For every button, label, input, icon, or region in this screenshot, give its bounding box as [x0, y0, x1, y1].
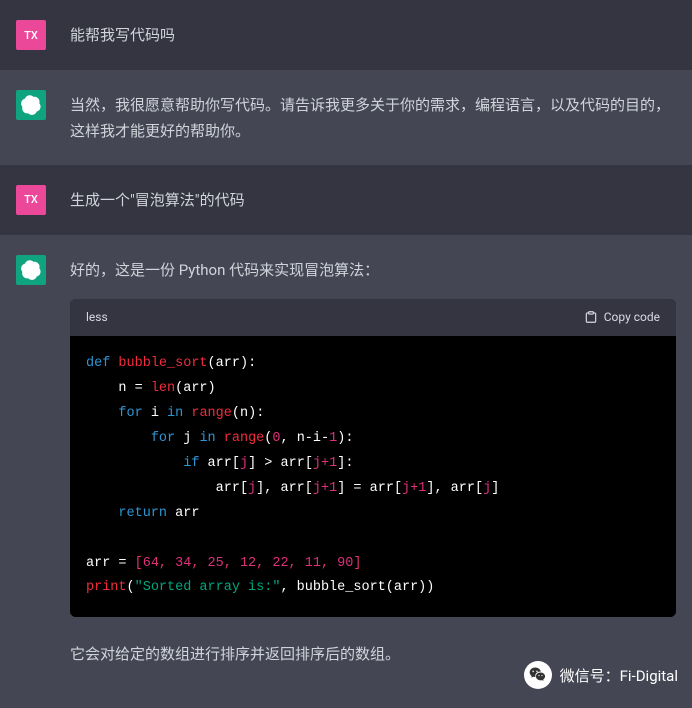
assistant-intro-text: 好的，这是一份 Python 代码来实现冒泡算法：	[70, 257, 676, 283]
watermark-label: 微信号：Fi-Digital	[560, 665, 678, 686]
user-message-1: TX 能帮我写代码吗	[0, 0, 692, 70]
user-avatar: TX	[16, 20, 46, 50]
user-avatar: TX	[16, 185, 46, 215]
message-text: 当然，我很愿意帮助你写代码。请告诉我更多关于你的需求，编程语言，以及代码的目的，…	[70, 90, 676, 145]
message-content: 好的，这是一份 Python 代码来实现冒泡算法： less Copy code…	[70, 255, 676, 668]
assistant-avatar	[16, 255, 46, 285]
user-message-2: TX 生成一个"冒泡算法"的代码	[0, 165, 692, 235]
copy-code-button[interactable]: Copy code	[584, 307, 660, 328]
clipboard-icon	[584, 310, 598, 324]
watermark: 微信号：Fi-Digital	[524, 661, 678, 689]
assistant-message-1: 当然，我很愿意帮助你写代码。请告诉我更多关于你的需求，编程语言，以及代码的目的，…	[0, 70, 692, 165]
code-header: less Copy code	[70, 299, 676, 336]
message-text: 能帮我写代码吗	[70, 20, 676, 48]
code-content: def bubble_sort(arr): n = len(arr) for i…	[70, 336, 676, 618]
assistant-avatar	[16, 90, 46, 120]
code-lang-label: less	[86, 307, 108, 328]
code-block: less Copy code def bubble_sort(arr): n =…	[70, 299, 676, 618]
wechat-icon	[524, 661, 552, 689]
message-text: 生成一个"冒泡算法"的代码	[70, 185, 676, 213]
assistant-message-2: 好的，这是一份 Python 代码来实现冒泡算法： less Copy code…	[0, 235, 692, 708]
copy-code-label: Copy code	[604, 307, 660, 328]
